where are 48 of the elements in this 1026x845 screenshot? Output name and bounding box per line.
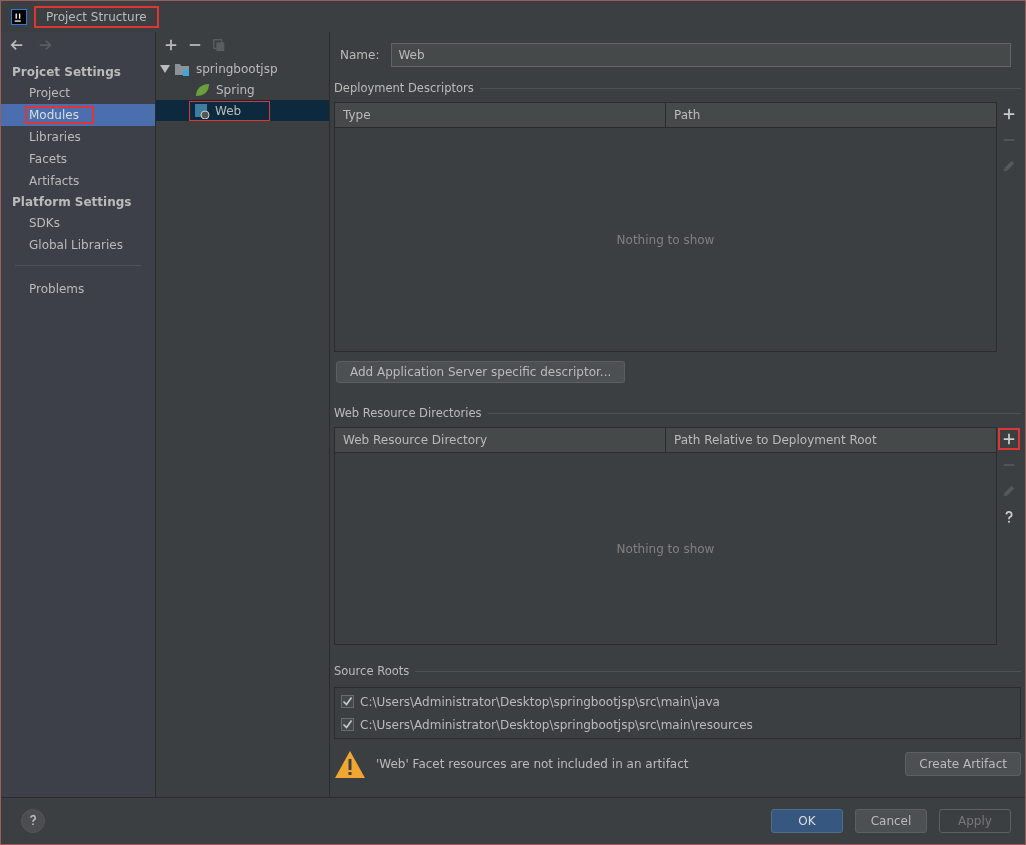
back-icon[interactable] (9, 38, 25, 52)
name-field[interactable]: Web (391, 43, 1011, 67)
section-title: Deployment Descriptors (334, 81, 474, 95)
add-icon (1002, 107, 1016, 121)
sidebar-item[interactable]: Facets (1, 148, 155, 170)
leaf-icon (194, 81, 210, 98)
app-logo-icon (11, 8, 27, 25)
create-artifact-button[interactable]: Create Artifact (905, 752, 1021, 776)
empty-message: Nothing to show (616, 232, 715, 247)
column-header: Type (335, 103, 666, 127)
checkbox[interactable] (341, 695, 354, 708)
tree-item[interactable]: Spring (156, 79, 329, 100)
source-path: C:\Users\Administrator\Desktop\springbootjsp\src\main\java (360, 694, 720, 709)
warning-message: 'Web' Facet resources are not included in an artifact (376, 757, 690, 771)
checkbox[interactable] (341, 718, 354, 731)
tree-item[interactable]: springbootjsp (156, 58, 329, 79)
help-button[interactable] (21, 809, 45, 833)
question-icon (27, 814, 39, 826)
sidebar-heading: Projcet Settings (11, 64, 122, 81)
column-header: Path (673, 107, 702, 124)
tree-item[interactable]: Web (156, 100, 329, 121)
sidebar-item[interactable]: Project (1, 82, 155, 104)
pencil-icon (1002, 159, 1016, 173)
source-path: C:\Users\Administrator\Desktop\springbootjsp\src\main\resources (360, 717, 753, 732)
add-button[interactable] (999, 429, 1019, 449)
sidebar-item[interactable]: Modules (1, 104, 155, 126)
window-title: Project Structure (35, 6, 158, 27)
sidebar-item[interactable]: Libraries (1, 126, 155, 148)
add-icon (1002, 432, 1016, 446)
sidebar-item[interactable]: SDKs (1, 212, 155, 234)
dialog-button[interactable]: Cancel (855, 809, 927, 833)
ok-button[interactable]: OK (771, 809, 843, 833)
sidebar-item[interactable]: Artifacts (1, 170, 155, 192)
section-title: Source Roots (334, 664, 410, 678)
column-header: Web Resource Directory (335, 428, 666, 452)
pencil-icon (1002, 484, 1016, 498)
sidebar-item[interactable]: Problems (1, 278, 155, 300)
name-label: Name: (340, 48, 380, 62)
sidebar-heading: Platform Settings (11, 194, 133, 211)
empty-message: Nothing to show (616, 541, 715, 556)
column-header: Path Relative to Deployment Root (673, 432, 878, 449)
section-title: Web Resource Directories (334, 406, 482, 420)
sidebar-item[interactable]: Global Libraries (1, 234, 155, 256)
warning-icon (334, 749, 366, 779)
descriptor-button[interactable]: Add Application Server specific descriptor... (336, 361, 626, 383)
web-facet-icon (194, 102, 210, 119)
collapse-arrow-icon[interactable] (160, 63, 170, 74)
add-icon[interactable] (164, 38, 178, 52)
